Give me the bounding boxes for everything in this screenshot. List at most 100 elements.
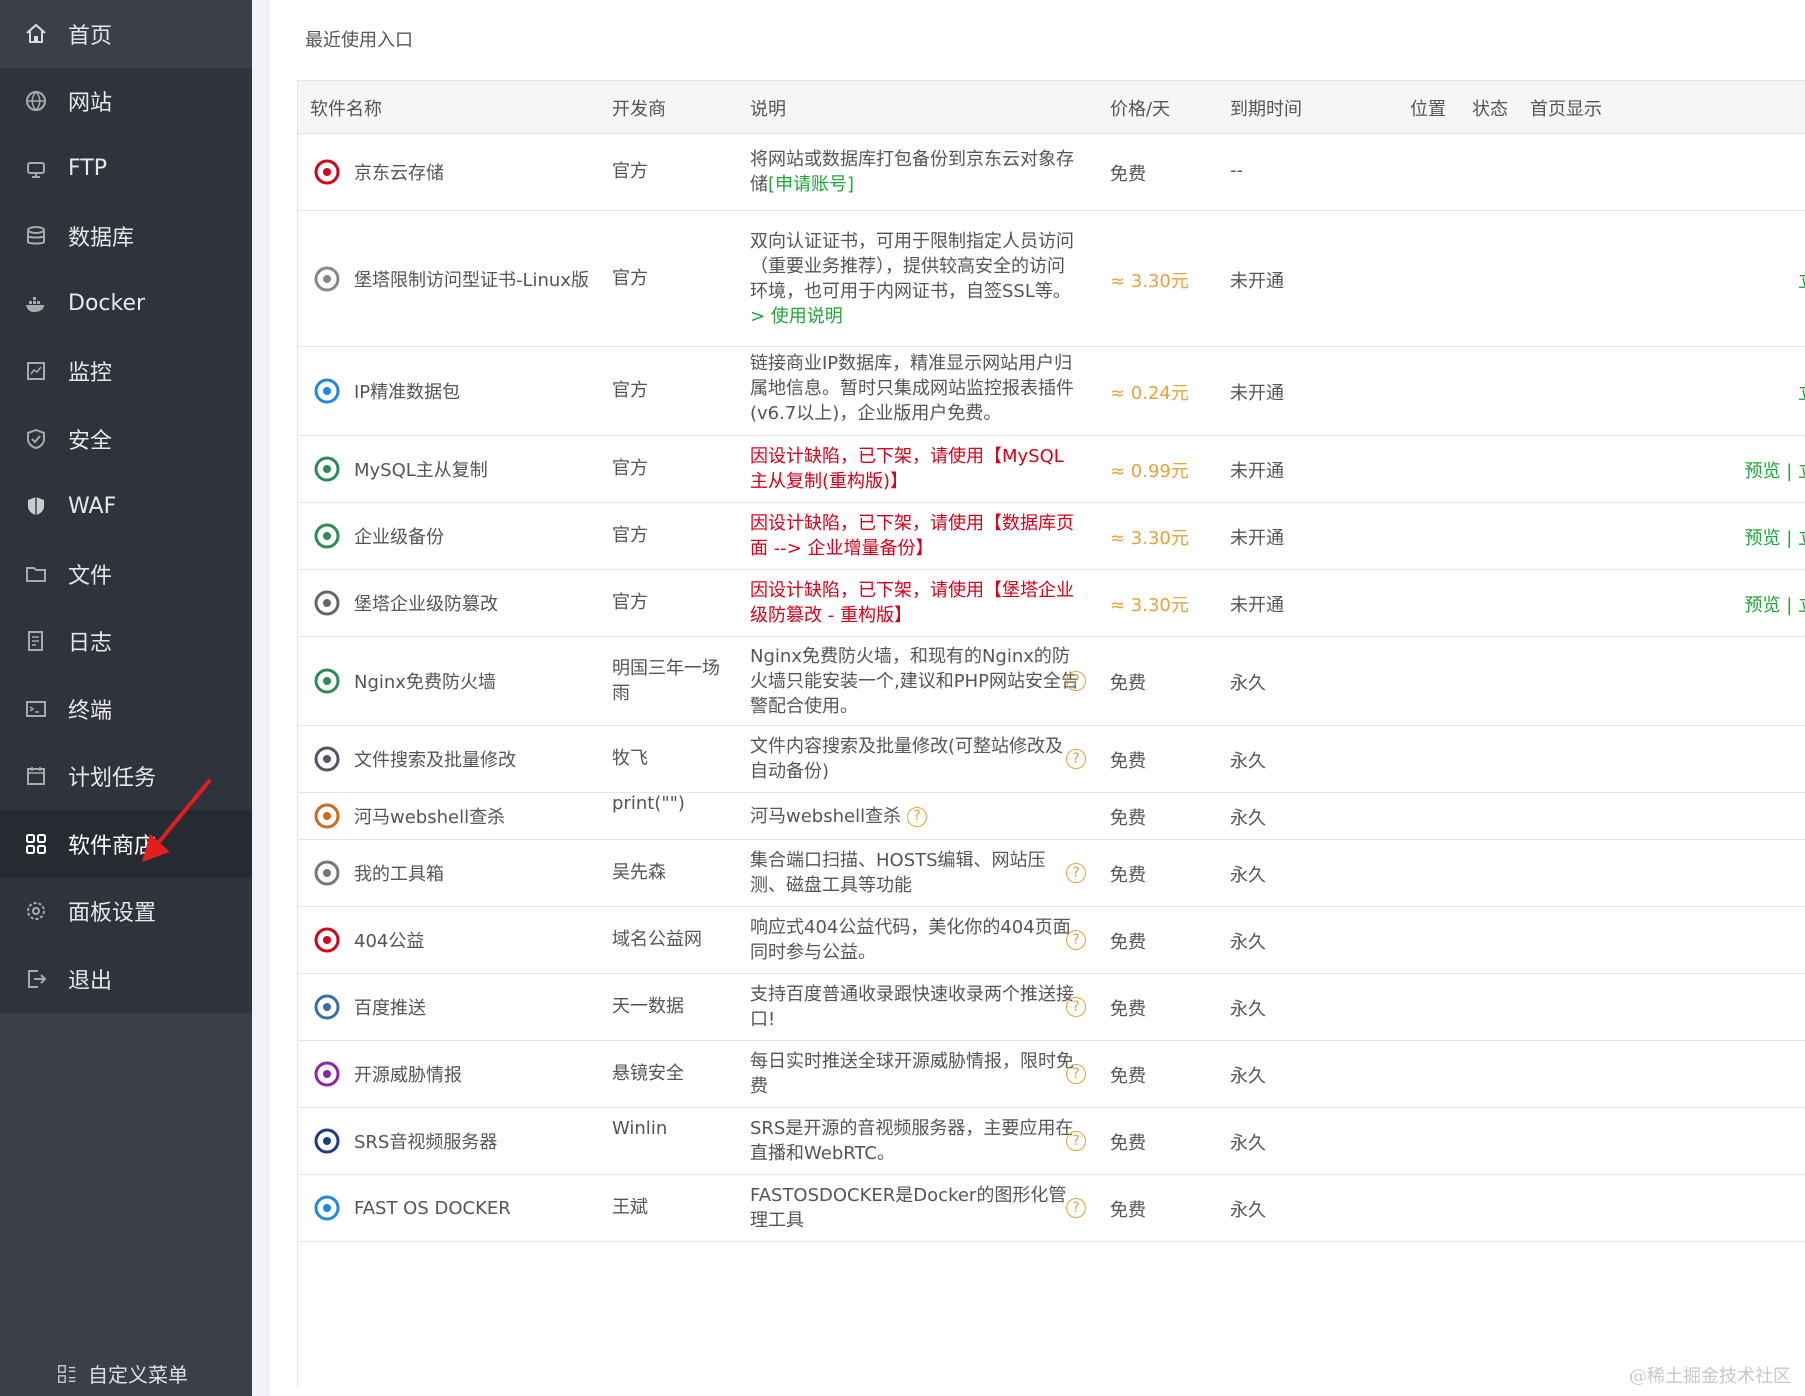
cell-ops[interactable]: 立即 xyxy=(1798,379,1805,405)
sidebar: 首页 网站 FTP 数据库 Docker 监控 安全 WAF 文件 日志 终端 … xyxy=(0,0,252,1396)
table-row: 堡塔限制访问型证书-Linux版 官方 双向认证证书，可用于限制指定人员访问（重要业… xyxy=(298,211,1805,347)
cell-price: ≈ 3.30元 xyxy=(1110,595,1189,616)
desc-text: 因设计缺陷，已下架，请使用【MySQL主从复制(重构版)】 xyxy=(750,446,1064,492)
table-row: 百度推送 天一数据 支持百度普通收录跟快速收录两个推送接口!? 免费 永久 xyxy=(298,974,1805,1041)
cell-name[interactable]: 404公益 xyxy=(310,923,424,957)
cell-desc: 每日实时推送全球开源威胁情报，限时免费 xyxy=(750,1049,1080,1099)
cell-desc: 因设计缺陷，已下架，请使用【堡塔企业级防篡改 - 重构版】 xyxy=(750,578,1080,628)
cell-price: 免费 xyxy=(1110,1200,1146,1221)
desc-link[interactable]: > 使用说明 xyxy=(750,306,843,327)
shield-icon xyxy=(22,425,50,453)
cell-price: ≈ 3.30元 xyxy=(1110,270,1189,292)
th-expire[interactable]: 到期时间 xyxy=(1230,95,1302,121)
software-name: 堡塔限制访问型证书-Linux版 xyxy=(354,269,589,291)
sidebar-item-terminal[interactable]: 终端 xyxy=(0,675,252,743)
sidebar-item-monitor[interactable]: 监控 xyxy=(0,338,252,406)
sidebar-item-docker[interactable]: Docker xyxy=(0,270,252,338)
desc-text: 支持百度普通收录跟快速收录两个推送接口! xyxy=(750,984,1074,1030)
annotation-arrow-icon xyxy=(142,778,212,862)
main-panel: 最近使用入口 软件名称 开发商 说明 价格/天 到期时间 位置 状态 首页显示 … xyxy=(270,0,1805,1396)
cell-name[interactable]: 堡塔限制访问型证书-Linux版 xyxy=(310,262,589,296)
cell-expire: 永久 xyxy=(1230,808,1266,829)
sidebar-item-home[interactable]: 首页 xyxy=(0,0,252,68)
calendar-icon xyxy=(22,762,50,790)
cell-name[interactable]: Nginx免费防火墙 xyxy=(310,664,496,698)
software-name: 企业级备份 xyxy=(354,527,444,548)
cell-name[interactable]: 河马webshell查杀 xyxy=(310,799,505,833)
help-icon[interactable]: ? xyxy=(1066,671,1086,691)
cell-name[interactable]: 堡塔企业级防篡改 xyxy=(310,586,498,620)
sidebar-item-database[interactable]: 数据库 xyxy=(0,203,252,271)
cell-expire: 永久 xyxy=(1230,1200,1266,1221)
cell-name[interactable]: MySQL主从复制 xyxy=(310,452,488,486)
cell-name[interactable]: 文件搜索及批量修改 xyxy=(310,742,516,776)
sidebar-item-ftp[interactable]: FTP xyxy=(0,135,252,203)
help-icon[interactable]: ? xyxy=(1066,997,1086,1017)
cell-name[interactable]: IP精准数据包 xyxy=(310,374,460,408)
cell-ops[interactable]: 立即 xyxy=(1798,267,1805,293)
sidebar-item-label: WAF xyxy=(68,493,117,519)
cell-name[interactable]: FAST OS DOCKER xyxy=(310,1191,511,1225)
tamper-proof-icon xyxy=(310,586,344,620)
th-price[interactable]: 价格/天 xyxy=(1110,95,1170,121)
help-icon[interactable]: ? xyxy=(1066,1131,1086,1151)
sidebar-item-files[interactable]: 文件 xyxy=(0,540,252,608)
cell-expire: 永久 xyxy=(1230,1133,1266,1154)
docker-fastos-icon xyxy=(310,1191,344,1225)
cell-name[interactable]: 京东云存储 xyxy=(310,155,444,189)
cell-desc: 双向认证证书，可用于限制指定人员访问（重要业务推荐），提供较高安全的访问环境，也… xyxy=(750,229,1080,329)
cell-price: 免费 xyxy=(1110,1066,1146,1087)
th-name[interactable]: 软件名称 xyxy=(310,95,382,121)
desc-text: FASTOSDOCKER是Docker的图形化管理工具 xyxy=(750,1185,1067,1231)
cell-name[interactable]: 企业级备份 xyxy=(310,519,444,553)
cell-developer: Winlin xyxy=(612,1118,668,1139)
backup-icon xyxy=(310,519,344,553)
cell-developer: 官方 xyxy=(612,592,648,613)
th-home-show: 首页显示 xyxy=(1530,99,1602,120)
help-icon[interactable]: ? xyxy=(1066,749,1086,769)
table-row: 文件搜索及批量修改 牧飞 文件内容搜索及批量修改(可整站修改及自动备份)? 免费 永久 xyxy=(298,726,1805,793)
cell-developer: 官方 xyxy=(612,161,648,182)
cell-expire: 未开通 xyxy=(1230,461,1284,482)
logout-icon xyxy=(22,965,50,993)
cell-developer: 明国三年一场雨 xyxy=(612,658,720,704)
cell-ops[interactable]: 预览 | 立即 xyxy=(1744,457,1805,483)
sidebar-item-settings[interactable]: 面板设置 xyxy=(0,878,252,946)
database-icon xyxy=(22,222,50,250)
th-status: 状态 xyxy=(1472,99,1508,120)
sidebar-item-waf[interactable]: WAF xyxy=(0,473,252,541)
cell-developer: 官方 xyxy=(612,267,648,289)
cell-desc: 将网站或数据库打包备份到京东云对象存储[申请账号] xyxy=(750,147,1080,197)
help-icon[interactable]: ? xyxy=(907,806,928,827)
ftp-icon xyxy=(22,155,50,183)
cell-name[interactable]: 我的工具箱 xyxy=(310,856,444,890)
sidebar-item-label: 终端 xyxy=(68,698,113,724)
table-row: 开源威胁情报 悬镜安全 每日实时推送全球开源威胁情报，限时免费? 免费 永久 xyxy=(298,1041,1805,1108)
cell-desc: 支持百度普通收录跟快速收录两个推送接口! xyxy=(750,982,1080,1032)
cell-price: 免费 xyxy=(1110,673,1146,694)
sidebar-item-website[interactable]: 网站 xyxy=(0,68,252,136)
desc-text: 因设计缺陷，已下架，请使用【堡塔企业级防篡改 - 重构版】 xyxy=(750,580,1074,626)
cell-desc: 集合端口扫描、HOSTS编辑、网站压测、磁盘工具等功能 xyxy=(750,848,1080,898)
sidebar-item-logs[interactable]: 日志 xyxy=(0,608,252,676)
software-name: 京东云存储 xyxy=(354,163,444,184)
sidebar-item-security[interactable]: 安全 xyxy=(0,405,252,473)
help-icon[interactable]: ? xyxy=(1066,1198,1086,1218)
table-row: 我的工具箱 吴先森 集合端口扫描、HOSTS编辑、网站压测、磁盘工具等功能? 免费 永久 xyxy=(298,840,1805,907)
cell-name[interactable]: 开源威胁情报 xyxy=(310,1057,462,1091)
sidebar-item-logout[interactable]: 退出 xyxy=(0,945,252,1013)
cell-ops[interactable]: 预览 | 立即 xyxy=(1744,591,1805,617)
custom-menu-button[interactable]: 自定义菜单 xyxy=(56,1359,188,1388)
sidebar-item-label: FTP xyxy=(68,156,107,182)
cell-desc: FASTOSDOCKER是Docker的图形化管理工具 xyxy=(750,1183,1080,1233)
help-icon[interactable]: ? xyxy=(1066,930,1086,950)
cell-expire: 永久 xyxy=(1230,673,1266,694)
help-icon[interactable]: ? xyxy=(1066,1064,1086,1084)
desc-link[interactable]: [申请账号] xyxy=(768,174,854,195)
cell-ops[interactable]: 预览 | 立即 xyxy=(1744,524,1805,550)
table-row: 堡塔企业级防篡改 官方 因设计缺陷，已下架，请使用【堡塔企业级防篡改 - 重构版】 ≈… xyxy=(298,570,1805,637)
help-icon[interactable]: ? xyxy=(1066,863,1086,883)
cell-name[interactable]: 百度推送 xyxy=(310,990,426,1024)
cell-name[interactable]: SRS音视频服务器 xyxy=(310,1124,497,1158)
cell-desc: 因设计缺陷，已下架，请使用【MySQL主从复制(重构版)】 xyxy=(750,444,1080,494)
